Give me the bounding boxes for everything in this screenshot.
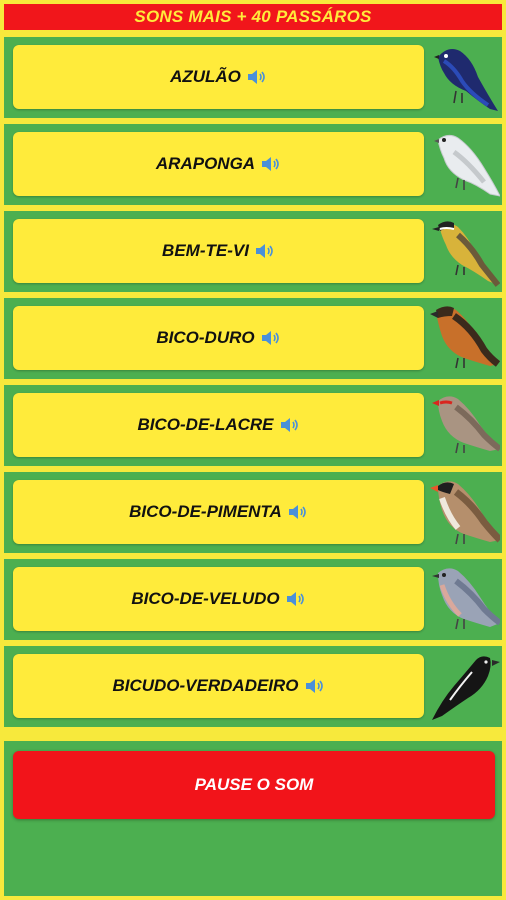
speaker-icon: [288, 504, 308, 520]
bird-black-icon: [432, 656, 500, 720]
speaker-icon: [305, 678, 325, 694]
app-title: SONS MAIS + 40 PASSÁROS: [134, 7, 372, 26]
pause-sound-button[interactable]: PAUSE O SOM: [13, 751, 495, 819]
bird-row-bico-de-lacre: BICO-DE-LACRE: [4, 385, 502, 466]
bird-label: BICO-DE-LACRE: [137, 415, 274, 434]
speaker-icon: [280, 417, 300, 433]
bird-label: BICUDO-VERDADEIRO: [112, 676, 299, 695]
bird-row-araponga: ARAPONGA: [4, 124, 502, 205]
bird-row-bico-de-veludo: BICO-DE-VELUDO: [4, 559, 502, 640]
play-bico-duro-button[interactable]: BICO-DURO: [13, 306, 424, 370]
bird-label: BICO-DURO: [156, 328, 255, 347]
bird-blue-icon: [434, 49, 498, 111]
bird-white-icon: [434, 134, 500, 197]
bird-row-bicudo-verdadeiro: BICUDO-VERDADEIRO: [4, 646, 502, 727]
play-bicudo-verdadeiro-button[interactable]: BICUDO-VERDADEIRO: [13, 654, 424, 718]
play-araponga-button[interactable]: ARAPONGA: [13, 132, 424, 196]
speaker-icon: [261, 330, 281, 346]
bird-saltator-icon: [430, 481, 500, 545]
bird-orange-icon: [430, 306, 500, 369]
bird-kiskadee-icon: [432, 221, 500, 287]
play-bem-te-vi-button[interactable]: BEM-TE-VI: [13, 219, 424, 283]
pause-label: PAUSE O SOM: [194, 775, 314, 794]
bird-row-bico-duro: BICO-DURO: [4, 298, 502, 379]
play-bico-de-veludo-button[interactable]: BICO-DE-VELUDO: [13, 567, 424, 631]
play-azulao-button[interactable]: AZULÃO: [13, 45, 424, 109]
bird-grey-icon: [432, 568, 500, 630]
speaker-icon: [261, 156, 281, 172]
bird-label: BICO-DE-PIMENTA: [129, 502, 282, 521]
bird-label: BICO-DE-VELUDO: [131, 589, 280, 608]
bird-label: BEM-TE-VI: [162, 241, 249, 260]
speaker-icon: [286, 591, 306, 607]
bird-waxbill-icon: [432, 396, 500, 454]
speaker-icon: [255, 243, 275, 259]
bird-label: AZULÃO: [170, 67, 241, 86]
bird-label: ARAPONGA: [155, 154, 256, 173]
speaker-icon: [247, 69, 267, 85]
bottom-panel: PAUSE O SOM: [4, 741, 502, 896]
bird-row-bem-te-vi: BEM-TE-VI: [4, 211, 502, 292]
play-bico-de-pimenta-button[interactable]: BICO-DE-PIMENTA: [13, 480, 424, 544]
play-bico-de-lacre-button[interactable]: BICO-DE-LACRE: [13, 393, 424, 457]
bird-row-bico-de-pimenta: BICO-DE-PIMENTA: [4, 472, 502, 553]
app-header: SONS MAIS + 40 PASSÁROS: [4, 4, 502, 30]
bird-row-azulao: AZULÃO: [4, 37, 502, 118]
